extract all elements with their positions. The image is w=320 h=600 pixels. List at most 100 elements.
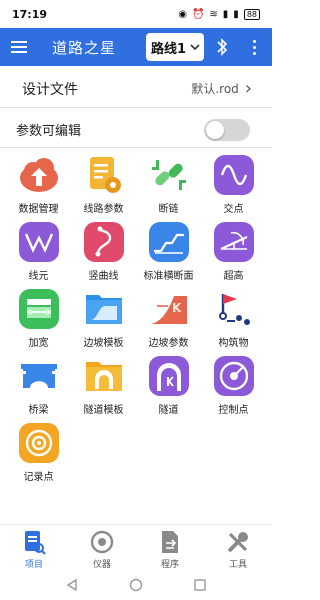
tile-structures[interactable]: 构筑物: [201, 288, 266, 350]
project-icon: [25, 531, 46, 555]
nav-project[interactable]: 项目: [0, 525, 68, 570]
app-bar: 道路之星 路线1: [0, 28, 272, 66]
nav-label: 工具: [228, 560, 247, 570]
tools-icon: [227, 532, 248, 553]
instrument-icon: [90, 530, 114, 554]
tile-widening[interactable]: 加宽: [6, 288, 71, 350]
editable-label: 参数可编辑: [16, 124, 82, 139]
status-icons: ◉ ⏰ ≋ ▮ ▮ 88: [178, 8, 260, 20]
editable-row: 参数可编辑: [0, 112, 272, 148]
wifi-icon: ≋: [209, 8, 218, 20]
tile-label: 隧道: [158, 405, 179, 416]
design-file-value: 默认.rod: [191, 82, 239, 96]
tile-label: 加宽: [28, 338, 49, 349]
hamburger-icon: [11, 41, 27, 53]
bluetooth-icon: [217, 38, 228, 56]
tile-slope-template[interactable]: 边坡模板: [71, 288, 136, 350]
editable-toggle[interactable]: [204, 118, 250, 141]
tile-control-points[interactable]: 控制点: [201, 355, 266, 417]
tile-label: 记录点: [23, 472, 54, 483]
nav-program[interactable]: 程序: [136, 525, 204, 570]
bridge-icon: [18, 355, 60, 397]
more-dot: [252, 45, 256, 49]
tile-intersection[interactable]: 交点: [201, 154, 266, 216]
widening-icon: [18, 288, 60, 330]
slope-parameter-icon: K: [148, 288, 190, 330]
tile-vertical-curve[interactable]: 竖曲线: [71, 221, 136, 283]
more-dot: [252, 51, 256, 55]
svg-text:K: K: [172, 301, 182, 315]
signal-2-icon: ▮: [233, 8, 239, 20]
feature-grid: 数据管理 线路参数 断链 交点 线元 竖曲线 标准横断面 超高 加宽 边坡模板 …: [6, 154, 266, 484]
tile-label: 桥梁: [28, 405, 49, 416]
more-dot: [252, 39, 256, 43]
more-menu-button[interactable]: [244, 36, 264, 58]
tile-label: 边坡模板: [83, 338, 124, 349]
structure-flag-icon: [213, 288, 255, 330]
recents-icon[interactable]: [193, 578, 207, 592]
tile-line-element[interactable]: 线元: [6, 221, 71, 283]
status-bar: 17:19 ◉ ⏰ ≋ ▮ ▮ 88: [0, 0, 272, 28]
superelevation-icon: [213, 221, 255, 263]
eye-icon: ◉: [178, 8, 187, 20]
document-gear-icon: [83, 154, 125, 196]
tile-superelevation[interactable]: 超高: [201, 221, 266, 283]
tile-label: 线元: [28, 271, 49, 282]
program-icon: [162, 531, 178, 553]
nav-label: 仪器: [92, 560, 111, 570]
route-select-value: 路线1: [151, 41, 187, 57]
battery-icon: 88: [243, 8, 260, 20]
nav-label: 项目: [24, 560, 43, 570]
slope-template-icon: [83, 288, 125, 330]
tunnel-icon: [148, 355, 190, 397]
cross-section-icon: [148, 221, 190, 263]
tile-record-points[interactable]: 记录点: [6, 422, 71, 484]
bottom-nav: 项目 仪器 程序 工具: [0, 524, 272, 570]
tile-label: 边坡参数: [148, 338, 189, 349]
tile-bridge[interactable]: 桥梁: [6, 355, 71, 417]
tile-standard-cross-section[interactable]: 标准横断面: [136, 221, 201, 283]
nav-instrument[interactable]: 仪器: [68, 525, 136, 570]
tile-label: 超高: [223, 271, 244, 282]
tile-tunnel[interactable]: 隧道: [136, 355, 201, 417]
route-select[interactable]: 路线1: [146, 33, 204, 61]
design-file-label: 设计文件: [22, 81, 78, 98]
back-icon[interactable]: [65, 578, 79, 592]
design-file-row[interactable]: 设计文件 默认.rod ›: [0, 70, 272, 108]
broken-chain-icon: [148, 154, 190, 196]
nav-tools[interactable]: 工具: [204, 525, 272, 570]
sine-wave-icon: [213, 154, 255, 196]
control-point-icon: [213, 355, 255, 397]
tile-label: 构筑物: [218, 338, 249, 349]
record-point-icon: [18, 422, 60, 464]
alarm-icon: ⏰: [191, 8, 205, 20]
signal-icon: ▮: [222, 8, 229, 20]
nav-label: 程序: [160, 560, 179, 570]
menu-button[interactable]: [0, 28, 38, 66]
vertical-curve-icon: [83, 221, 125, 263]
chevron-right-icon: ›: [244, 78, 252, 99]
system-nav-bar: [0, 570, 272, 600]
status-time: 17:19: [12, 7, 48, 21]
tile-label: 标准横断面: [143, 271, 194, 282]
curve-line-icon: [18, 221, 60, 263]
home-icon[interactable]: [129, 578, 143, 592]
tile-label: 竖曲线: [88, 271, 119, 282]
tile-data-management[interactable]: 数据管理: [6, 154, 71, 216]
app-title: 道路之星: [52, 38, 117, 57]
tile-slope-parameters[interactable]: K 边坡参数: [136, 288, 201, 350]
tile-label: 隧道模板: [83, 405, 124, 416]
tile-broken-chain[interactable]: 断链: [136, 154, 201, 216]
tile-label: 交点: [223, 204, 244, 215]
bluetooth-button[interactable]: [214, 37, 230, 57]
tile-tunnel-template[interactable]: 隧道模板: [71, 355, 136, 417]
tile-label: 控制点: [218, 405, 249, 416]
tile-label: 数据管理: [18, 204, 59, 215]
tile-route-parameters[interactable]: 线路参数: [71, 154, 136, 216]
toggle-knob: [206, 120, 224, 139]
cloud-upload-icon: [18, 154, 60, 196]
tile-label: 线路参数: [83, 204, 124, 215]
tile-label: 断链: [158, 204, 179, 215]
chevron-down-icon: [190, 43, 200, 50]
tunnel-template-icon: [83, 355, 125, 397]
